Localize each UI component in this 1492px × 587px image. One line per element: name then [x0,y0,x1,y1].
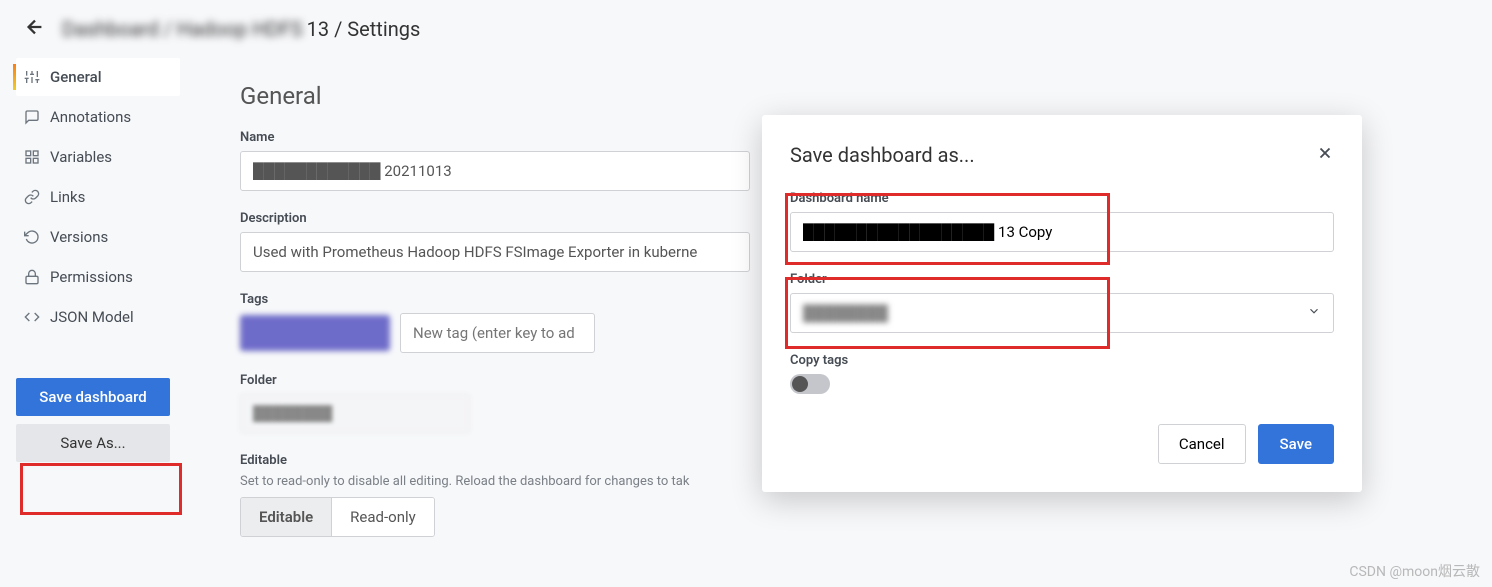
sidebar-item-general[interactable]: General [16,58,180,96]
section-title: General [240,82,1492,110]
editable-option-button[interactable]: Editable [241,498,331,536]
editable-toggle: Editable Read-only [240,497,435,537]
sidebar-item-permissions[interactable]: Permissions [16,258,180,296]
tag-chip[interactable] [240,315,390,351]
link-icon [24,189,40,205]
sidebar-item-links[interactable]: Links [16,178,180,216]
sidebar-item-label: JSON Model [50,308,134,326]
save-as-modal: Save dashboard as... Dashboard name Fold… [762,115,1362,492]
dashboard-name-label: Dashboard name [790,191,1334,206]
dashboard-name-input[interactable] [790,212,1334,252]
sidebar-item-label: Annotations [50,108,131,126]
variables-icon [24,149,40,165]
lock-icon [24,269,40,285]
modal-folder-label: Folder [790,272,1334,287]
description-input[interactable] [240,232,750,272]
folder-display[interactable]: ████████ [240,394,470,433]
comment-icon [24,109,40,125]
sidebar-item-label: Versions [50,228,108,246]
sidebar-item-json-model[interactable]: JSON Model [16,298,180,336]
sidebar-item-variables[interactable]: Variables [16,138,180,176]
modal-save-button[interactable]: Save [1258,424,1334,464]
sidebar-item-label: Permissions [50,268,133,286]
close-icon[interactable] [1316,144,1334,167]
readonly-option-button[interactable]: Read-only [331,498,434,536]
cancel-button[interactable]: Cancel [1158,424,1246,464]
sliders-icon [24,69,40,85]
chevron-down-icon [1307,304,1321,322]
tag-input[interactable] [400,313,595,353]
breadcrumb: Dashboard / Hadoop HDFS 13 / Settings [62,17,420,41]
dashboard-name-field: Dashboard name [790,191,1334,252]
modal-folder-field: Folder ████████ [790,272,1334,333]
sidebar-item-label: General [50,68,102,86]
watermark: CSDN @moon烟云散 [1349,561,1480,581]
name-input[interactable] [240,151,750,191]
copy-tags-field: Copy tags [790,353,1334,394]
copy-tags-switch[interactable] [790,374,830,394]
modal-title: Save dashboard as... [790,143,975,167]
sidebar-item-annotations[interactable]: Annotations [16,98,180,136]
sidebar-item-versions[interactable]: Versions [16,218,180,256]
back-arrow-icon[interactable] [24,16,46,42]
copy-tags-label: Copy tags [790,353,1334,368]
history-icon [24,229,40,245]
sidebar-item-label: Links [50,188,85,206]
sidebar-item-label: Variables [50,148,112,166]
page-header: Dashboard / Hadoop HDFS 13 / Settings [0,0,1492,58]
modal-folder-select[interactable]: ████████ [790,293,1334,333]
settings-sidebar: General Annotations Variables Links Vers… [0,58,180,557]
save-as-button[interactable]: Save As... [16,424,170,462]
code-icon [24,309,40,325]
save-dashboard-button[interactable]: Save dashboard [16,378,170,416]
